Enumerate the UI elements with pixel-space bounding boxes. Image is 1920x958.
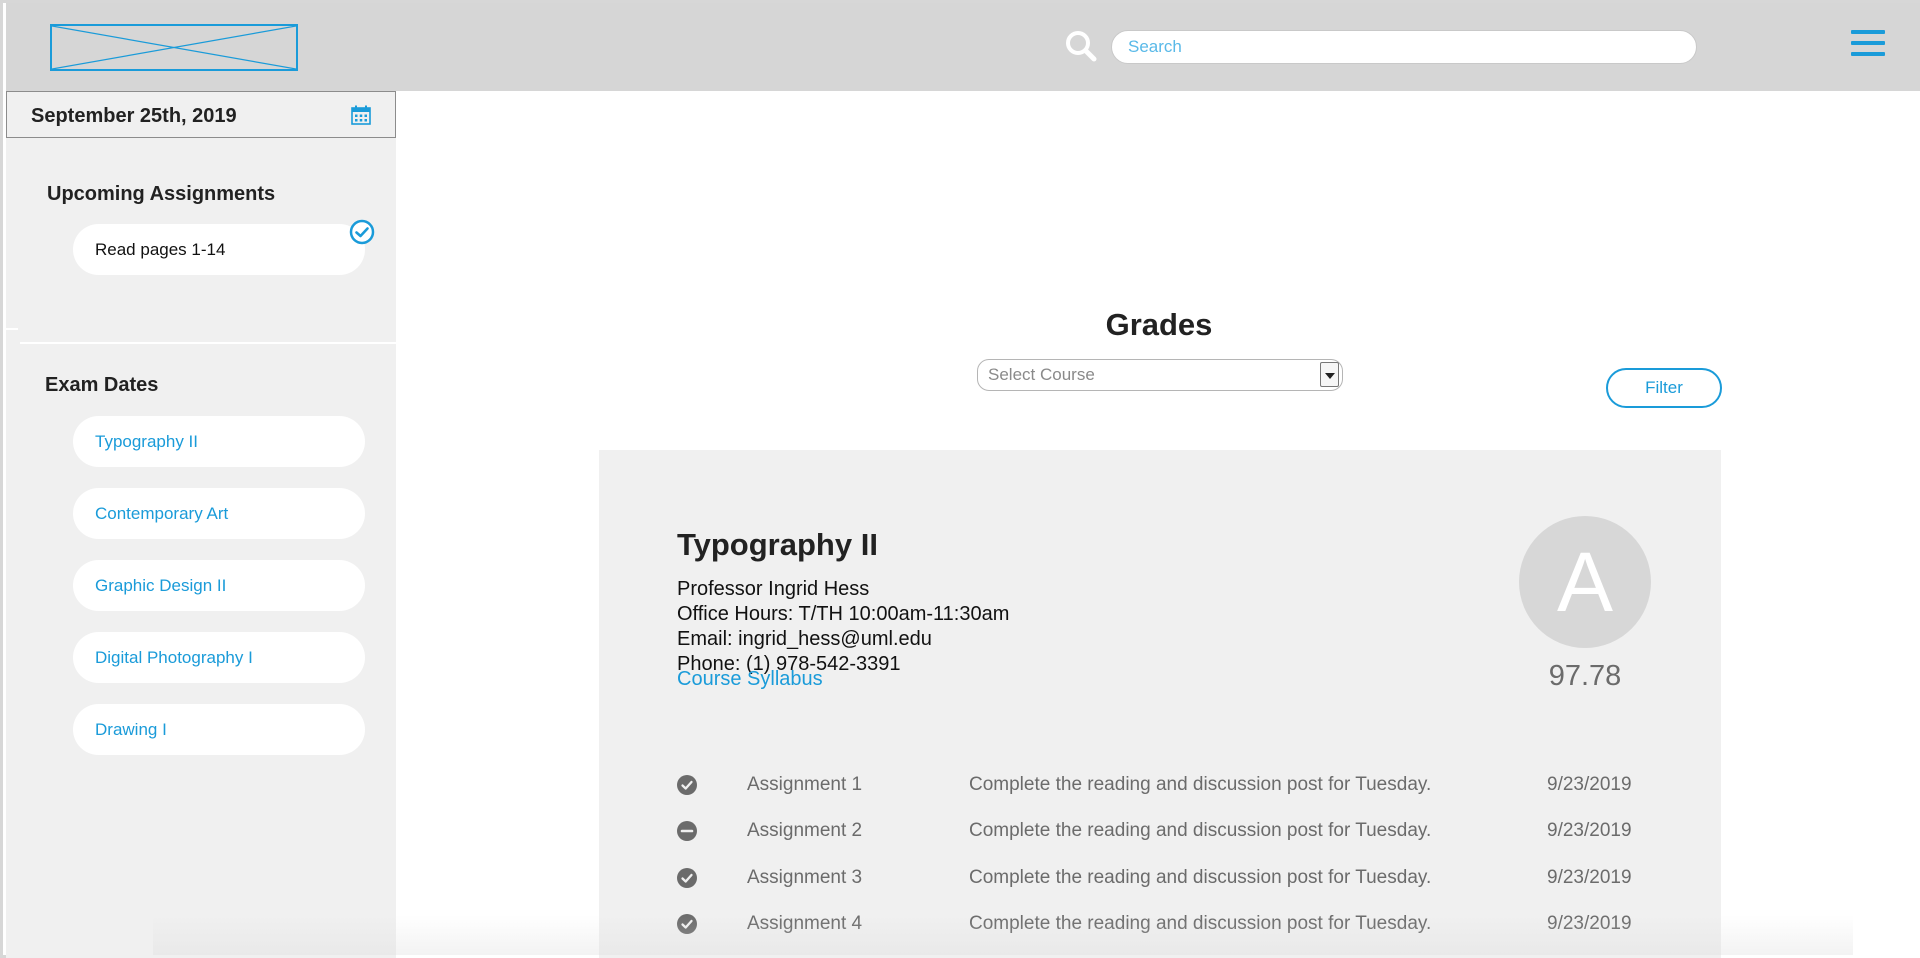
course-grade-card: Typography II Professor Ingrid Hess Offi…	[599, 450, 1721, 958]
assignment-date: 9/23/2019	[1547, 867, 1632, 888]
assignment-name: Assignment 1	[747, 774, 863, 795]
check-circle-icon	[677, 868, 697, 888]
office-hours: Office Hours: T/TH 10:00am-11:30am	[677, 603, 1010, 625]
upcoming-assignments-title: Upcoming Assignments	[47, 183, 276, 205]
assignment-description: Complete the reading and discussion post…	[969, 820, 1432, 841]
minus-circle-icon	[677, 821, 697, 841]
assignment-description: Complete the reading and discussion post…	[969, 913, 1432, 934]
logo-placeholder[interactable]	[50, 24, 298, 71]
top-header	[6, 3, 1920, 91]
assignment-row[interactable]: Assignment 3 Complete the reading and di…	[677, 863, 1677, 895]
chevron-down-icon[interactable]	[1320, 362, 1339, 387]
calendar-icon[interactable]	[351, 105, 371, 125]
exam-dates-title: Exam Dates	[45, 374, 159, 396]
exam-item-contemporary-art[interactable]: Contemporary Art	[73, 488, 365, 539]
divider-tick	[6, 328, 18, 330]
sidebar: September 25th, 2019 Upcoming Assignment…	[6, 91, 396, 958]
grade-score: 97.78	[1548, 660, 1622, 692]
current-date: September 25th, 2019	[31, 105, 237, 127]
course-select[interactable]: Select Course	[977, 359, 1343, 391]
course-select-value: Select Course	[988, 365, 1095, 384]
check-circle-icon	[677, 775, 697, 795]
logo-placeholder-icon	[52, 26, 296, 69]
exam-item-typography[interactable]: Typography II	[73, 416, 365, 467]
hamburger-menu-icon[interactable]	[1851, 30, 1885, 60]
app-frame: September 25th, 2019 Upcoming Assignment…	[0, 0, 1920, 958]
assignment-date: 9/23/2019	[1547, 820, 1632, 841]
assignment-date: 9/23/2019	[1547, 913, 1632, 934]
check-circle-icon	[677, 914, 697, 934]
professor-email: Email: ingrid_hess@uml.edu	[677, 628, 932, 650]
filter-button[interactable]: Filter	[1606, 368, 1722, 408]
assignment-name: Assignment 4	[747, 913, 863, 934]
assignment-row[interactable]: Assignment 2 Complete the reading and di…	[677, 816, 1677, 848]
sidebar-divider	[20, 342, 396, 344]
main-content: Grades Select Course Filter Typography I…	[396, 91, 1920, 958]
assignment-date: 9/23/2019	[1547, 774, 1632, 795]
exam-item-drawing[interactable]: Drawing I	[73, 704, 365, 755]
assignment-row[interactable]: Assignment 4 Complete the reading and di…	[677, 909, 1677, 941]
course-title: Typography II	[677, 527, 878, 562]
upcoming-assignment-item[interactable]: Read pages 1-14	[73, 224, 365, 275]
assignment-description: Complete the reading and discussion post…	[969, 867, 1432, 888]
search-icon[interactable]	[1064, 29, 1098, 63]
professor-name: Professor Ingrid Hess	[677, 578, 870, 600]
date-bar: September 25th, 2019	[6, 91, 396, 138]
letter-grade-badge: A	[1519, 516, 1651, 648]
check-circle-icon[interactable]	[349, 219, 375, 245]
page-title: Grades	[1105, 307, 1213, 342]
course-syllabus-link[interactable]: Course Syllabus	[677, 668, 823, 691]
assignment-name: Assignment 3	[747, 867, 863, 888]
assignment-row[interactable]: Assignment 1 Complete the reading and di…	[677, 770, 1677, 802]
assignment-description: Complete the reading and discussion post…	[969, 774, 1432, 795]
search-input[interactable]	[1111, 30, 1697, 64]
exam-item-digital-photography[interactable]: Digital Photography I	[73, 632, 365, 683]
exam-item-graphic-design[interactable]: Graphic Design II	[73, 560, 365, 611]
assignment-name: Assignment 2	[747, 820, 863, 841]
